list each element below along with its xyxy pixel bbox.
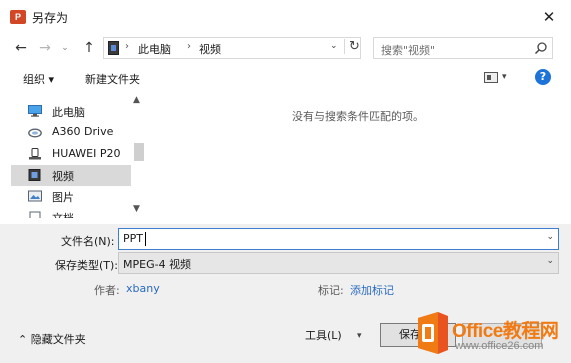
filename-dropdown-icon[interactable]: ⌄ (546, 232, 554, 242)
tools-label: 工具(L) (305, 329, 342, 342)
filename-input[interactable]: PPT ⌄ (118, 228, 559, 250)
breadcrumb-separator-icon[interactable]: › (187, 41, 191, 52)
address-bar[interactable]: › 此电脑 › 视频 ⌄ ↻ (103, 37, 361, 59)
breadcrumb-videos[interactable]: 视频 (199, 41, 221, 57)
sidebar-item-label: A360 Drive (52, 125, 114, 138)
text-caret (145, 232, 146, 246)
author-label: 作者: (94, 284, 120, 297)
breadcrumb-this-pc[interactable]: 此电脑 (138, 41, 171, 57)
sidebar-item-label: 视频 (52, 170, 74, 183)
search-placeholder: 搜索"视频" (381, 44, 436, 57)
up-arrow-icon[interactable]: ↑ (80, 38, 98, 58)
filetype-value: MPEG-4 视频 (123, 258, 192, 271)
add-tags-link[interactable]: 添加标记 (350, 282, 394, 298)
filetype-select[interactable]: MPEG-4 视频 ⌄ (118, 252, 559, 274)
video-folder-icon (28, 169, 41, 181)
watermark-title: Office教程网 (452, 321, 559, 342)
view-dropdown-icon[interactable]: ▾ (502, 72, 507, 82)
scroll-up-arrow-icon[interactable]: ▲ (133, 95, 140, 105)
documents-folder-icon (29, 211, 41, 218)
help-icon[interactable]: ? (535, 69, 551, 85)
back-arrow-icon[interactable]: ← (12, 38, 30, 58)
filename-label: 文件名(N): (61, 235, 115, 248)
sidebar-item-documents[interactable]: 文档 (11, 207, 131, 218)
hide-folders-button[interactable]: ⌃ 隐藏文件夹 (18, 331, 86, 347)
refresh-icon[interactable]: ↻ (344, 39, 360, 54)
cloud-drive-icon (28, 128, 42, 138)
phone-icon (29, 148, 41, 160)
watermark-url: www.office26.com (455, 340, 544, 352)
recent-locations-chevron-icon[interactable]: ⌄ (58, 38, 72, 58)
filetype-label: 保存类型(T): (55, 259, 119, 272)
sidebar-item-a360-drive[interactable]: A360 Drive (11, 122, 131, 143)
sidebar-item-label: HUAWEI P20 (52, 147, 121, 160)
sidebar-item-label: 图片 (52, 191, 74, 204)
tools-button[interactable]: 工具(L) ▾ (305, 325, 375, 347)
breadcrumb-separator-icon[interactable]: › (125, 41, 129, 52)
sidebar-item-this-pc[interactable]: 此电脑 (11, 101, 131, 122)
tools-dropdown-icon: ▾ (357, 331, 362, 341)
sidebar-item-videos[interactable]: 视频 (11, 165, 131, 186)
title-bar (0, 0, 571, 34)
sidebar-item-label: 文档 (52, 210, 74, 218)
computer-icon (28, 105, 42, 117)
address-dropdown-icon[interactable]: ⌄ (330, 41, 338, 51)
empty-results-message: 没有与搜索条件匹配的项。 (292, 110, 424, 123)
forward-arrow-icon[interactable]: → (36, 38, 54, 58)
sidebar-item-huawei-p20[interactable]: HUAWEI P20 (11, 144, 131, 165)
tags-label: 标记: (318, 284, 344, 297)
sidebar-item-label: 此电脑 (52, 106, 85, 119)
filetype-dropdown-icon[interactable]: ⌄ (546, 256, 554, 266)
organize-button[interactable]: 组织 ▾ (23, 71, 54, 87)
powerpoint-app-icon: P (10, 10, 26, 24)
sidebar-item-pictures[interactable]: 图片 (11, 186, 131, 207)
scroll-down-arrow-icon[interactable]: ▼ (133, 204, 140, 214)
search-input[interactable]: 搜索"视频" (373, 37, 553, 59)
change-view-icon[interactable] (484, 72, 498, 83)
filename-value: PPT (123, 232, 143, 245)
scrollbar-thumb[interactable] (134, 143, 144, 161)
window-title: 另存为 (32, 11, 69, 25)
close-button[interactable]: ✕ (536, 4, 562, 30)
video-folder-icon (108, 41, 119, 55)
office-logo-icon (418, 312, 448, 354)
author-link[interactable]: xbany (126, 282, 160, 295)
pictures-folder-icon (28, 190, 42, 202)
new-folder-button[interactable]: 新建文件夹 (85, 71, 140, 87)
search-icon[interactable] (534, 41, 548, 55)
